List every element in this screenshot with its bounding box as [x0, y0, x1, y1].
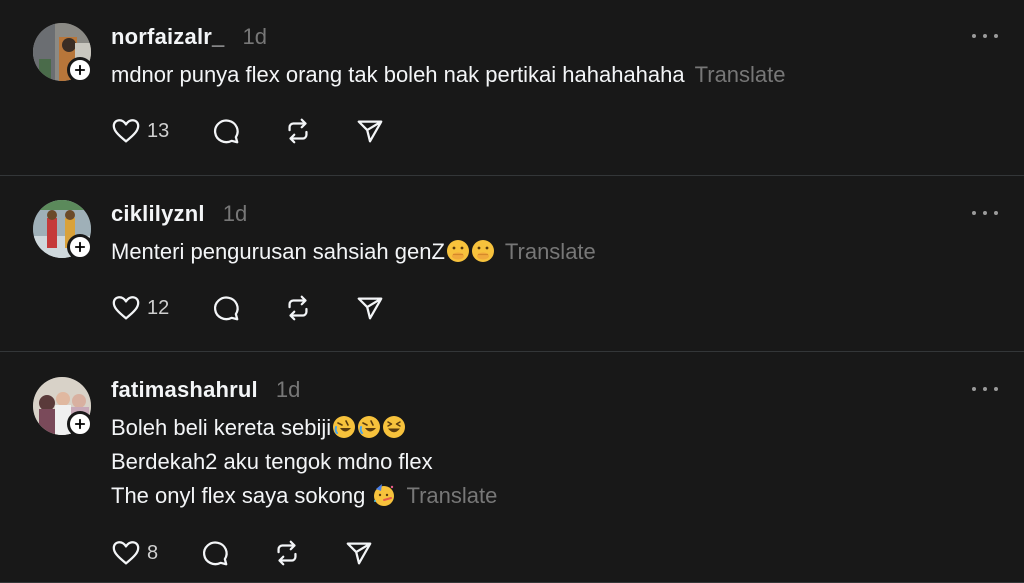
reply-text-line: Menteri pengurusan sahsiah genZ [111, 239, 445, 264]
username[interactable]: fatimashahrul [111, 377, 258, 403]
reply-text-line: mdnor punya flex orang tak boleh nak per… [111, 62, 685, 87]
reply-text: mdnor punya flex orang tak boleh nak per… [111, 58, 786, 92]
comment-icon [211, 116, 241, 146]
plus-icon [73, 240, 87, 254]
like-button[interactable]: 13 [111, 116, 169, 146]
share-button[interactable] [355, 293, 385, 323]
reply-item: fatimashahrul 1d Boleh beli kereta sebij… [0, 352, 1024, 583]
reply-text: Menteri pengurusan sahsiah genZ Translate [111, 235, 596, 269]
comment-button[interactable] [200, 538, 230, 568]
comment-icon [211, 293, 241, 323]
reply-header: fatimashahrul 1d [111, 377, 300, 403]
plus-icon [73, 63, 87, 77]
action-bar: 13 [111, 116, 385, 146]
repost-icon [283, 293, 313, 323]
follow-button[interactable] [67, 234, 93, 260]
reply-text-line: The onyl flex saya sokong [111, 483, 372, 508]
repost-icon [283, 116, 313, 146]
timestamp: 1d [275, 377, 301, 402]
repost-icon [272, 538, 302, 568]
translate-link[interactable]: Translate [406, 483, 497, 508]
more-button[interactable] [972, 32, 998, 40]
plus-icon [73, 417, 87, 431]
like-count: 13 [147, 119, 170, 142]
reply-text-line: Berdekah2 aku tengok mdno flex [111, 449, 433, 474]
timestamp: 1d [222, 201, 248, 226]
face-with-hand-over-mouth-emoji [471, 239, 495, 263]
like-count: 8 [147, 541, 159, 564]
follow-button[interactable] [67, 57, 93, 83]
username[interactable]: norfaizalr_ [111, 24, 224, 50]
share-button[interactable] [355, 116, 385, 146]
comment-button[interactable] [211, 116, 241, 146]
more-icon [972, 34, 976, 38]
share-icon [355, 293, 385, 323]
heart-icon [111, 293, 141, 323]
more-button[interactable] [972, 209, 998, 217]
more-button[interactable] [972, 385, 998, 393]
rolling-on-the-floor-laughing-emoji [332, 415, 356, 439]
more-icon [972, 211, 976, 215]
share-button[interactable] [344, 538, 374, 568]
grinning-squinting-face-emoji [382, 415, 406, 439]
like-button[interactable]: 8 [111, 538, 158, 568]
like-count: 12 [147, 296, 170, 319]
reply-header: norfaizalr_ 1d [111, 24, 267, 50]
repost-button[interactable] [272, 538, 302, 568]
action-bar: 12 [111, 293, 385, 323]
username[interactable]: ciklilyznl [111, 201, 205, 227]
reply-text: Boleh beli kereta sebiji Berdekah2 aku t… [111, 411, 497, 513]
avatar-container[interactable] [33, 200, 93, 260]
follow-button[interactable] [67, 411, 93, 437]
comment-icon [200, 538, 230, 568]
comment-button[interactable] [211, 293, 241, 323]
share-icon [344, 538, 374, 568]
avatar-container[interactable] [33, 377, 93, 437]
share-icon [355, 116, 385, 146]
repost-button[interactable] [283, 293, 313, 323]
heart-icon [111, 116, 141, 146]
more-icon [972, 387, 976, 391]
translate-link[interactable]: Translate [505, 239, 596, 264]
action-bar: 8 [111, 538, 374, 568]
reply-header: ciklilyznl 1d [111, 201, 247, 227]
like-button[interactable]: 12 [111, 293, 169, 323]
rolling-on-the-floor-laughing-emoji [357, 415, 381, 439]
reply-item: ciklilyznl 1d Menteri pengurusan sahsiah… [0, 176, 1024, 352]
partying-face-emoji [372, 483, 396, 507]
repost-button[interactable] [283, 116, 313, 146]
heart-icon [111, 538, 141, 568]
reply-item: norfaizalr_ 1d mdnor punya flex orang ta… [0, 0, 1024, 176]
avatar-container[interactable] [33, 23, 93, 83]
translate-link[interactable]: Translate [695, 62, 786, 87]
reply-text-line: Boleh beli kereta sebiji [111, 415, 332, 440]
face-with-hand-over-mouth-emoji [446, 239, 470, 263]
timestamp: 1d [242, 24, 267, 49]
